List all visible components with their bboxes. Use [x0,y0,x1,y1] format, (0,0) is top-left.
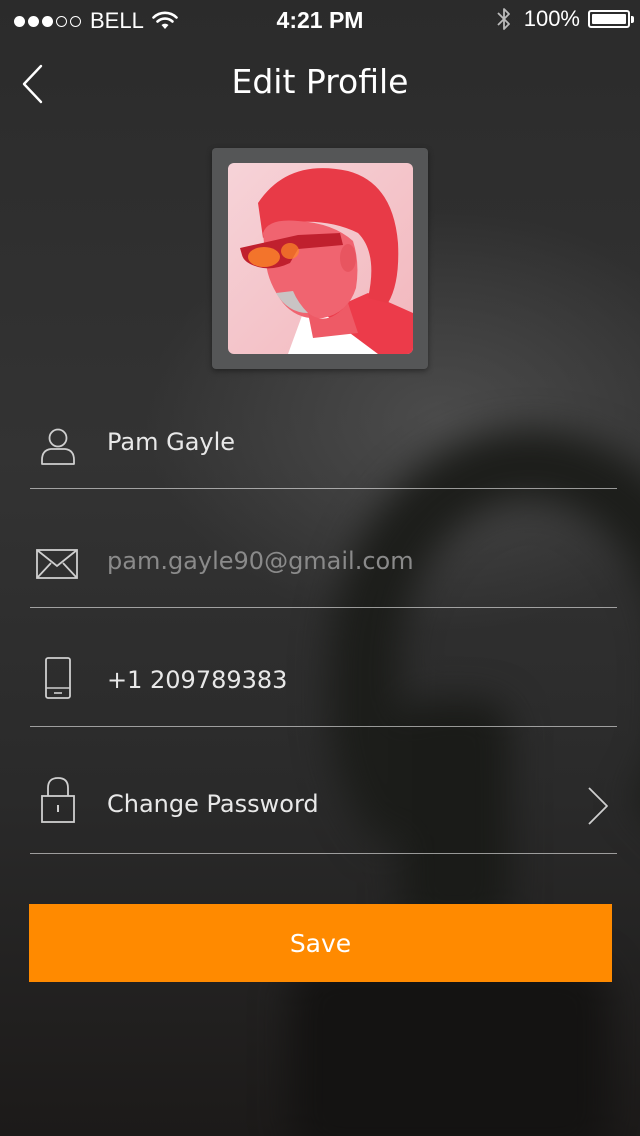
name-field[interactable]: Pam Gayle [30,428,617,489]
status-right: 100% [496,6,634,32]
bluetooth-icon [497,8,510,30]
status-bar: BELL 4:21 PM 100% [0,0,640,40]
chevron-right-icon [588,787,608,825]
phone-value[interactable]: +1 209789383 [107,666,287,694]
avatar[interactable] [228,163,413,354]
email-placeholder[interactable]: pam.gayle90@gmail.com [107,547,414,575]
mail-icon [36,549,78,579]
page-title: Edit Profile [231,62,409,101]
phone-icon [45,657,71,699]
battery-percentage: 100% [523,6,580,31]
phone-field[interactable]: +1 209789383 [30,657,617,727]
change-password-label: Change Password [107,790,319,818]
avatar-frame[interactable] [212,148,428,369]
name-value[interactable]: Pam Gayle [107,428,235,456]
profile-photo [228,163,413,354]
change-password-row[interactable]: Change Password [30,777,617,854]
user-icon [41,428,75,465]
email-field[interactable]: pam.gayle90@gmail.com [30,547,617,608]
lock-icon [41,777,75,823]
save-button[interactable]: Save [29,904,612,982]
edit-profile-screen: BELL 4:21 PM 100% Edit Profile Pam Gayle… [0,0,640,1136]
nav-bar: Edit Profile [0,52,640,116]
battery-icon [588,10,634,28]
